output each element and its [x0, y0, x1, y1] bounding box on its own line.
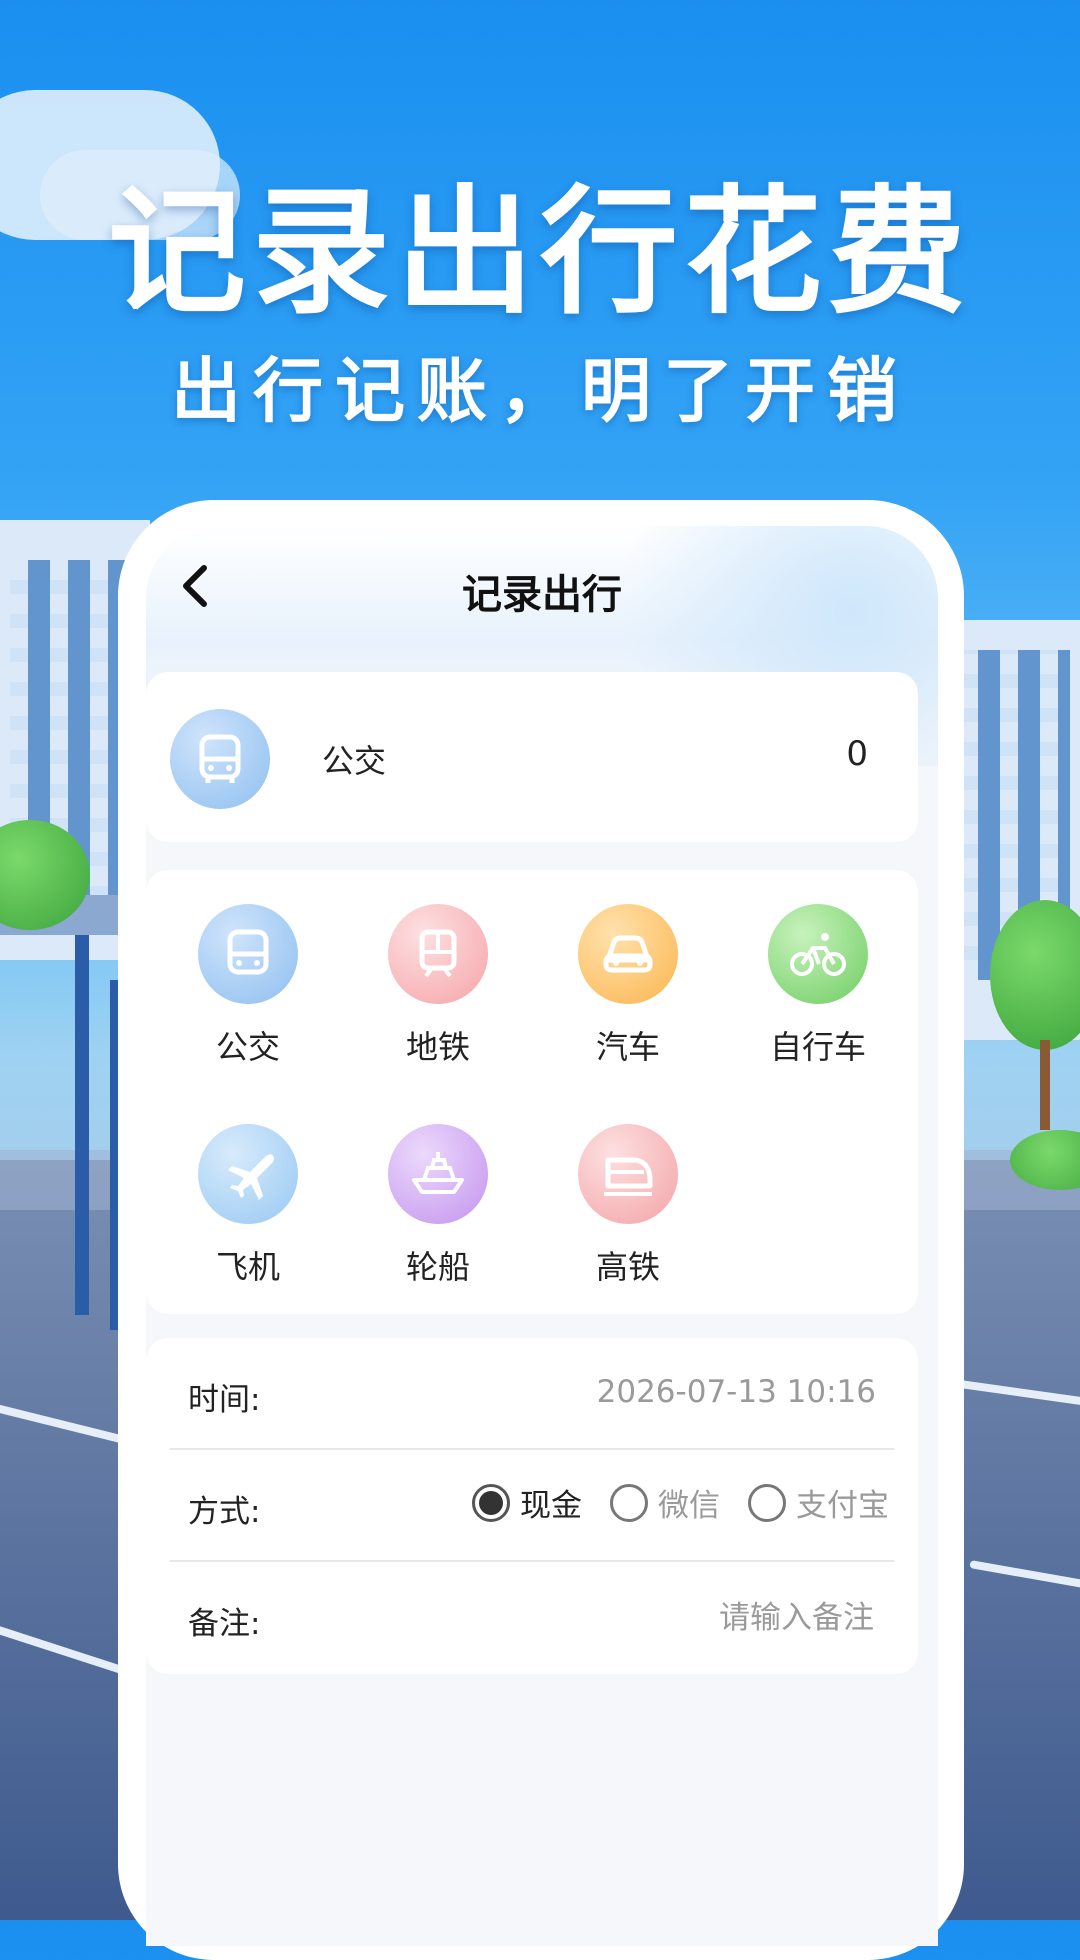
airplane-icon [198, 1124, 298, 1224]
app-screen: 记录出行 公交 0 公交 地铁 汽车 自行车 飞机 轮船 高铁 时间: 2026… [146, 526, 938, 1946]
payment-method-group: 现金 微信 支付宝 [472, 1480, 889, 1525]
radio-wechat-label: 微信 [658, 1488, 720, 1524]
transport-option-car[interactable]: 汽车 [548, 904, 708, 1068]
time-label: 时间: [188, 1382, 261, 1418]
tree-trunk [1040, 1040, 1050, 1130]
radio-unchecked-icon [610, 1483, 648, 1522]
bicycle-icon [768, 904, 868, 1004]
ship-icon [388, 1124, 488, 1224]
transport-label: 地铁 [405, 1028, 470, 1066]
transport-option-bus[interactable]: 公交 [168, 904, 328, 1068]
selected-transport-card: 公交 0 [146, 672, 918, 842]
payment-method-row: 方式: 现金 微信 支付宝 [146, 1450, 918, 1560]
note-row: 备注: [146, 1562, 918, 1672]
transport-option-bicycle[interactable]: 自行车 [738, 904, 898, 1068]
transport-label: 飞机 [215, 1248, 280, 1286]
selected-transport-label: 公交 [322, 742, 387, 780]
radio-alipay-label: 支付宝 [796, 1488, 889, 1524]
promo-headline: 记录出行花费 [107, 172, 972, 333]
high-speed-train-icon [578, 1124, 678, 1224]
note-input[interactable] [532, 1592, 876, 1644]
bus-icon [170, 709, 270, 809]
nav-bar: 记录出行 [146, 526, 938, 646]
bus-icon [198, 904, 298, 1004]
transport-option-high-speed-train[interactable]: 高铁 [548, 1124, 708, 1288]
time-value[interactable]: 2026-07-13 10:16 [597, 1374, 876, 1410]
radio-alipay[interactable]: 支付宝 [748, 1480, 889, 1525]
radio-cash[interactable]: 现金 [472, 1480, 582, 1525]
radio-cash-label: 现金 [520, 1488, 582, 1524]
time-row[interactable]: 时间: 2026-07-13 10:16 [146, 1338, 918, 1448]
radio-unchecked-icon [748, 1483, 786, 1522]
transport-label: 自行车 [769, 1028, 866, 1066]
transport-label: 公交 [215, 1028, 280, 1066]
transport-label: 高铁 [595, 1248, 660, 1286]
transport-option-airplane[interactable]: 飞机 [168, 1124, 328, 1288]
transport-option-ship[interactable]: 轮船 [358, 1124, 518, 1288]
car-icon [578, 904, 678, 1004]
transport-label: 轮船 [405, 1248, 470, 1286]
page-title: 记录出行 [462, 572, 622, 618]
note-label: 备注: [188, 1606, 261, 1642]
payment-method-label: 方式: [188, 1494, 261, 1530]
subway-icon [388, 904, 488, 1004]
radio-checked-icon [472, 1483, 510, 1522]
transport-label: 汽车 [595, 1028, 660, 1066]
transport-grid: 公交 地铁 汽车 自行车 飞机 轮船 高铁 [146, 870, 918, 1314]
bus-shelter-post [75, 935, 89, 1315]
record-form: 时间: 2026-07-13 10:16 方式: 现金 微信 支付宝 备注: 请… [146, 1338, 918, 1674]
promo-subline: 出行记账，明了开销 [171, 350, 909, 432]
radio-wechat[interactable]: 微信 [610, 1480, 720, 1525]
amount-value[interactable]: 0 [846, 734, 868, 774]
transport-option-subway[interactable]: 地铁 [358, 904, 518, 1068]
